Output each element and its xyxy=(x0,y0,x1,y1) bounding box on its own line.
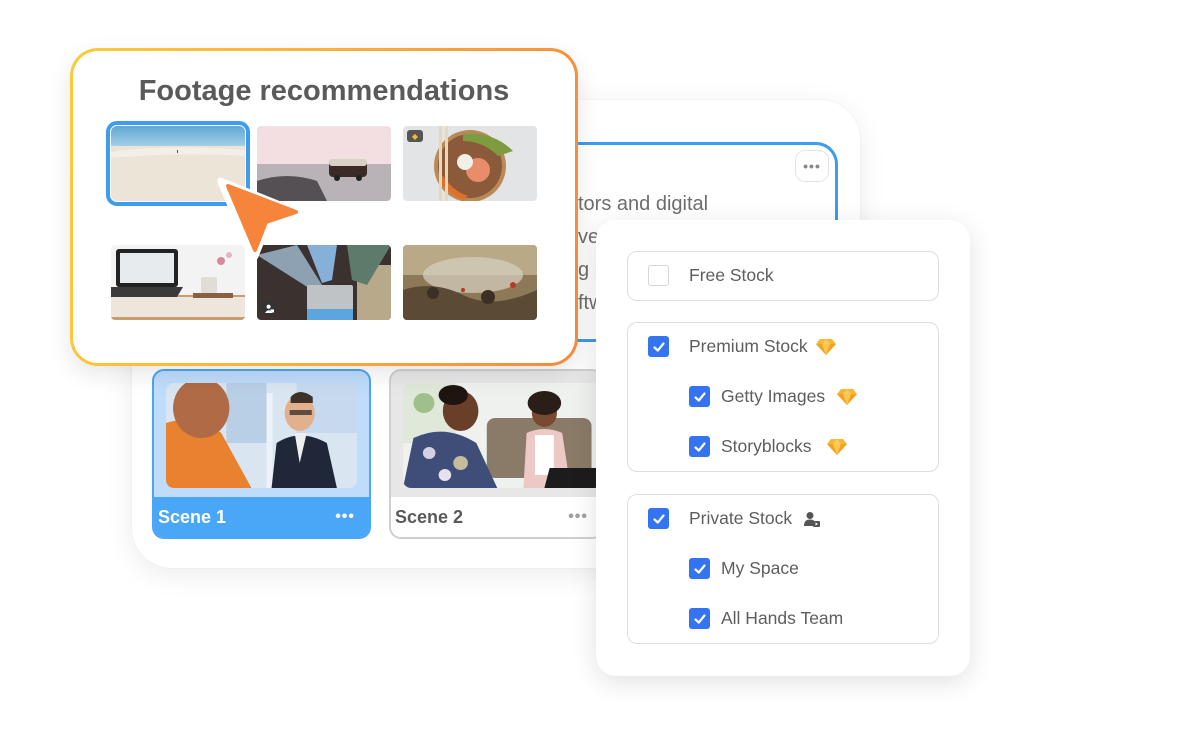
private-user-icon xyxy=(804,511,821,527)
filter-label: My Space xyxy=(721,558,799,578)
footage-tile-battle-painting[interactable] xyxy=(403,245,537,320)
filter-item-private-stock[interactable]: Private Stock xyxy=(648,508,821,529)
stock-filter-panel: Free Stock Premium Stock Getty Images St… xyxy=(596,220,970,676)
more-dots-icon: ••• xyxy=(803,158,821,174)
footage-title: Footage recommendations xyxy=(138,75,510,107)
filter-label: Getty Images xyxy=(721,386,826,406)
filter-group-premium: Premium Stock Getty Images Storyblocks xyxy=(627,322,939,472)
filter-label: Storyblocks xyxy=(721,436,812,456)
checkbox-unchecked[interactable] xyxy=(648,265,669,286)
pointer-cursor-icon xyxy=(217,177,305,261)
filter-group-free: Free Stock xyxy=(627,251,939,301)
checkbox-checked[interactable] xyxy=(648,508,669,529)
private-user-icon xyxy=(261,300,277,316)
scene-footer: Scene 1 ••• xyxy=(154,497,369,537)
scene-thumbnail xyxy=(403,383,602,488)
checkbox-checked[interactable] xyxy=(689,436,710,457)
scene-more-icon[interactable]: ••• xyxy=(568,508,588,526)
footage-tile-poke-bowl[interactable]: ◆ xyxy=(403,126,537,201)
filter-item-my-space[interactable]: My Space xyxy=(689,558,799,579)
filter-item-premium-stock[interactable]: Premium Stock xyxy=(648,336,836,357)
scene-label: Scene 2 xyxy=(395,506,464,527)
scene-card-1[interactable]: Scene 1 ••• xyxy=(152,369,371,539)
scene-footer: Scene 2 ••• xyxy=(391,497,602,537)
filter-group-private: Private Stock My Space All Hands Team xyxy=(627,494,939,644)
gem-icon xyxy=(827,438,848,455)
premium-gem-icon: ◆ xyxy=(407,130,423,142)
checkbox-checked[interactable] xyxy=(689,608,710,629)
script-line: tors and digital xyxy=(578,193,709,215)
filter-item-free-stock[interactable]: Free Stock xyxy=(648,265,774,286)
script-more-button[interactable]: ••• xyxy=(795,150,829,182)
gem-icon xyxy=(815,338,836,355)
scene-more-icon[interactable]: ••• xyxy=(335,508,355,526)
filter-label: Free Stock xyxy=(689,265,774,285)
filter-label: All Hands Team xyxy=(721,608,844,628)
scene-label: Scene 1 xyxy=(158,506,227,527)
filter-item-getty-images[interactable]: Getty Images xyxy=(689,386,858,407)
checkbox-checked[interactable] xyxy=(689,386,710,407)
filter-item-storyblocks[interactable]: Storyblocks xyxy=(689,436,848,457)
filter-label: Private Stock xyxy=(689,508,793,528)
checkbox-checked[interactable] xyxy=(689,558,710,579)
footage-recommendations-popup: Footage recommendations ◆ xyxy=(70,48,578,366)
filter-item-all-hands-team[interactable]: All Hands Team xyxy=(689,608,843,629)
gem-icon xyxy=(837,388,858,405)
checkbox-checked[interactable] xyxy=(648,336,669,357)
filter-label: Premium Stock xyxy=(689,336,808,356)
scene-thumbnail xyxy=(166,383,357,488)
scene-card-2[interactable]: Scene 2 ••• xyxy=(389,369,604,539)
